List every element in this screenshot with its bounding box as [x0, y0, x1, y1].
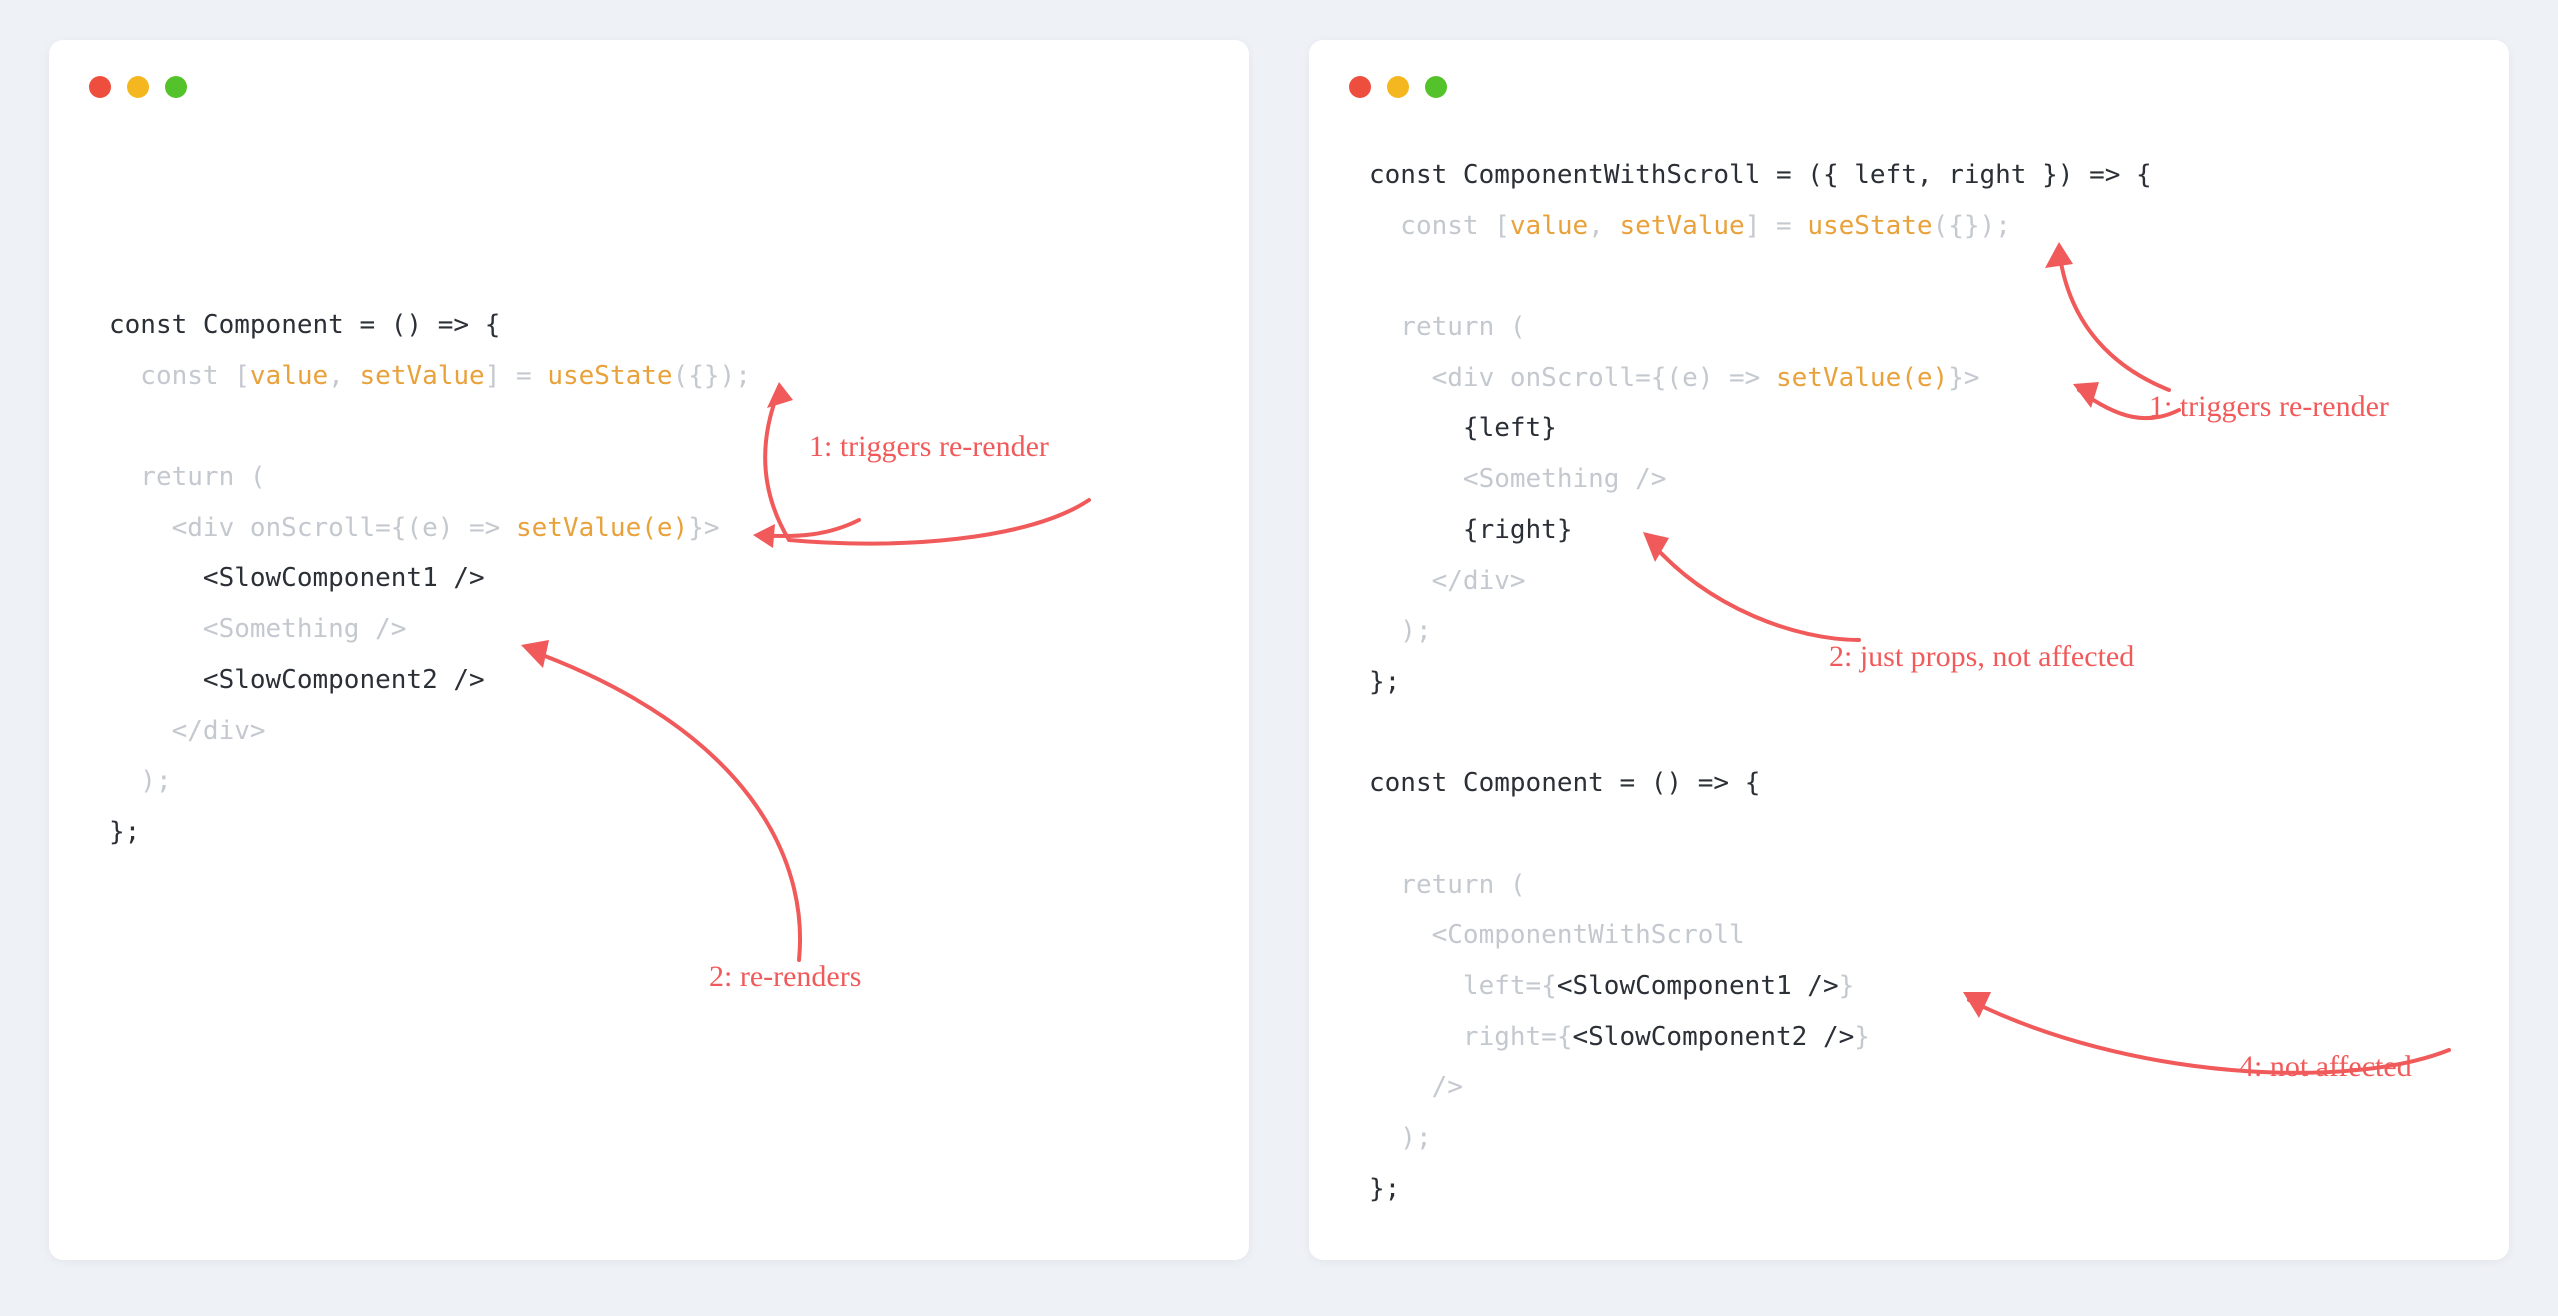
- code-text: value: [1510, 211, 1588, 241]
- code-text: </div>: [1369, 566, 1526, 596]
- code-text: Component = () => {: [187, 310, 500, 340]
- code-text: [: [219, 361, 250, 391]
- code-text: [: [1479, 211, 1510, 241]
- code-text: ({});: [1933, 211, 2011, 241]
- code-text: ] =: [1745, 211, 1808, 241]
- code-text: ,: [328, 361, 359, 391]
- annotation-4: 4: not affected: [2239, 1050, 2412, 1084]
- code-text: const: [109, 310, 187, 340]
- code-text: (: [1494, 870, 1525, 900]
- code-text: <div onScroll={(e) =>: [109, 513, 516, 543]
- code-window-left: const Component = () => { const [value, …: [49, 40, 1249, 1260]
- code-text: {left}: [1369, 413, 1557, 443]
- code-text: right={: [1369, 1022, 1573, 1052]
- code-text: left={: [1369, 971, 1557, 1001]
- code-text: const: [1369, 211, 1479, 241]
- code-text: const: [1369, 768, 1447, 798]
- code-text: );: [1369, 1123, 1432, 1153]
- minimize-icon: [127, 76, 149, 98]
- code-text: setValue(e): [516, 513, 688, 543]
- code-text: <SlowComponent2 />: [1573, 1022, 1855, 1052]
- code-text: <SlowComponent1 />: [1557, 971, 1839, 1001]
- maximize-icon: [165, 76, 187, 98]
- code-text: (: [1494, 312, 1525, 342]
- code-text: {right}: [1369, 515, 1573, 545]
- code-text: <div onScroll={(e) =>: [1369, 363, 1776, 393]
- code-text: ({});: [673, 361, 751, 391]
- code-text: <SlowComponent1 />: [109, 563, 485, 593]
- code-text: }: [1854, 1022, 1870, 1052]
- close-icon: [1349, 76, 1371, 98]
- code-text: };: [1369, 1174, 1400, 1204]
- code-text: return: [109, 462, 234, 492]
- code-text: (: [234, 462, 265, 492]
- code-text: />: [1369, 1072, 1463, 1102]
- code-text: return: [1369, 870, 1494, 900]
- code-block-left: const Component = () => { const [value, …: [109, 300, 1209, 858]
- code-text: ] =: [485, 361, 548, 391]
- code-text: }>: [688, 513, 719, 543]
- code-text: </div>: [109, 716, 266, 746]
- code-text: );: [1369, 616, 1432, 646]
- code-text: }: [1839, 971, 1855, 1001]
- code-text: setValue(e): [1776, 363, 1948, 393]
- code-text: return: [1369, 312, 1494, 342]
- code-text: ComponentWithScroll = ({ left, right }) …: [1447, 160, 2151, 190]
- code-text: const: [1369, 160, 1447, 190]
- close-icon: [89, 76, 111, 98]
- code-text: }>: [1948, 363, 1979, 393]
- maximize-icon: [1425, 76, 1447, 98]
- traffic-lights: [1349, 76, 1447, 98]
- annotation-2: 2: just props, not affected: [1829, 640, 2134, 674]
- code-text: ,: [1588, 211, 1619, 241]
- code-text: setValue: [1619, 211, 1744, 241]
- code-text: setValue: [359, 361, 484, 391]
- code-text: };: [1369, 667, 1400, 697]
- code-text: useState: [547, 361, 672, 391]
- code-text: value: [250, 361, 328, 391]
- annotation-1: 1: triggers re-render: [809, 430, 1049, 464]
- code-text: const: [109, 361, 219, 391]
- traffic-lights: [89, 76, 187, 98]
- code-text: };: [109, 817, 140, 847]
- code-text: <SlowComponent2 />: [109, 665, 485, 695]
- code-window-right: const ComponentWithScroll = ({ left, rig…: [1309, 40, 2509, 1260]
- code-text: <Something />: [109, 614, 406, 644]
- code-text: <ComponentWithScroll: [1369, 920, 1745, 950]
- code-text: useState: [1807, 211, 1932, 241]
- code-text: <Something />: [1369, 464, 1666, 494]
- code-text: );: [109, 766, 172, 796]
- page-root: const Component = () => { const [value, …: [30, 40, 2528, 1260]
- annotation-1: 1: triggers re-render: [2149, 390, 2389, 424]
- minimize-icon: [1387, 76, 1409, 98]
- code-text: Component = () => {: [1447, 768, 1760, 798]
- annotation-2: 2: re-renders: [709, 960, 861, 994]
